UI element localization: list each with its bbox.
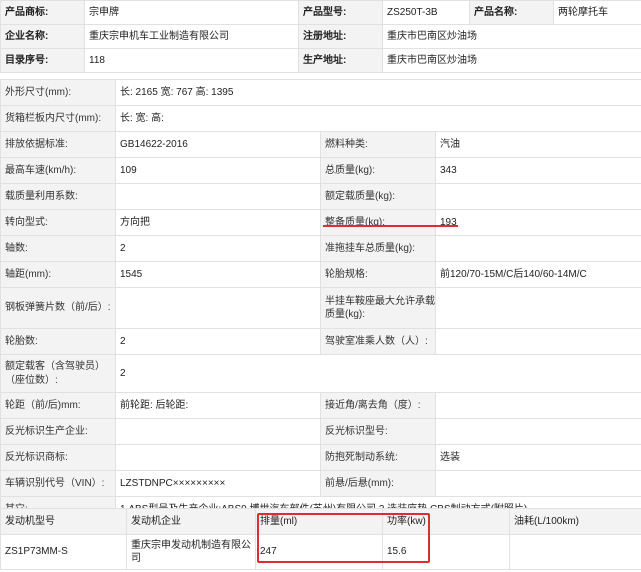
spec-value: 2 xyxy=(115,354,641,393)
engine-header-cell: 发动机型号 xyxy=(0,508,127,535)
spec-label: 车辆识别代号（VIN）: xyxy=(0,470,116,497)
spec-value: 1545 xyxy=(115,261,321,288)
spec-row: 载质量利用系数: 额定载质量(kg): xyxy=(0,183,641,210)
spec-label: 轮胎数: xyxy=(0,328,116,355)
spec-label: 外形尺寸(mm): xyxy=(0,79,116,106)
spec-label: 反光标识生产企业: xyxy=(0,418,116,445)
catalog-number-label: 目录序号: xyxy=(0,48,85,73)
spec-value: 选装 xyxy=(435,444,641,471)
spec-row: 钢板弹簧片数（前/后）: 半挂车鞍座最大允许承载质量(kg): xyxy=(0,287,641,329)
registered-address-label: 注册地址: xyxy=(298,24,383,49)
spec-row: 轴数: 2 准拖挂车总质量(kg): xyxy=(0,235,641,262)
spec-row: 轮距（前/后)mm: 前轮距: 后轮距: 接近角/离去角（度）: xyxy=(0,392,641,419)
spec-label: 最高车速(km/h): xyxy=(0,157,116,184)
company-label: 企业名称: xyxy=(0,24,85,49)
spec-label: 额定载客（含驾驶员）（座位数）: xyxy=(0,354,116,393)
product-info-row: 产品商标: 宗申牌 产品型号: ZS250T-3B 产品名称: 两轮摩托车 xyxy=(0,0,641,25)
spec-value: 193 xyxy=(435,209,641,236)
spec-label: 额定载质量(kg): xyxy=(320,183,436,210)
spec-value xyxy=(435,470,641,497)
spec-row: 外形尺寸(mm): 长: 2165 宽: 767 高: 1395 xyxy=(0,79,641,106)
catalog-number-value: 118 xyxy=(84,48,299,73)
spec-label: 货箱栏板内尺寸(mm): xyxy=(0,105,116,132)
spec-row: 轮胎数: 2 驾驶室准乘人数（人）: xyxy=(0,328,641,355)
spec-value xyxy=(435,235,641,262)
spec-value xyxy=(435,392,641,419)
spec-label: 反光标识型号: xyxy=(320,418,436,445)
engine-company-value: 重庆宗申发动机制造有限公司 xyxy=(126,534,256,570)
spec-label: 防抱死制动系统: xyxy=(320,444,436,471)
spec-value xyxy=(435,418,641,445)
spec-row: 反光标识商标: 防抱死制动系统: 选装 xyxy=(0,444,641,471)
spec-value: 2 xyxy=(115,328,321,355)
company-value: 重庆宗申机车工业制造有限公司 xyxy=(84,24,299,49)
product-name-label: 产品名称: xyxy=(469,0,554,25)
spec-value: 2 xyxy=(115,235,321,262)
spec-label: 燃料种类: xyxy=(320,131,436,158)
spec-label: 轴数: xyxy=(0,235,116,262)
spec-label: 驾驶室准乘人数（人）: xyxy=(320,328,436,355)
spec-value: 方向把 xyxy=(115,209,321,236)
spec-value: 前轮距: 后轮距: xyxy=(115,392,321,419)
spec-label: 轴距(mm): xyxy=(0,261,116,288)
production-address-label: 生产地址: xyxy=(298,48,383,73)
spec-label: 反光标识商标: xyxy=(0,444,116,471)
product-name-value: 两轮摩托车 xyxy=(553,0,641,25)
spec-value: 109 xyxy=(115,157,321,184)
spec-row: 排放依据标准: GB14622-2016 燃料种类: 汽油 xyxy=(0,131,641,158)
product-info-table: 产品商标: 宗申牌 产品型号: ZS250T-3B 产品名称: 两轮摩托车 企业… xyxy=(0,0,641,73)
spec-value xyxy=(435,287,641,329)
spec-label: 整备质量(kg): xyxy=(320,209,436,236)
spec-label: 钢板弹簧片数（前/后）: xyxy=(0,287,116,329)
spec-row: 最高车速(km/h): 109 总质量(kg): 343 xyxy=(0,157,641,184)
engine-header-cell: 发动机企业 xyxy=(126,508,256,535)
spec-value: 前120/70-15M/C后140/60-14M/C xyxy=(435,261,641,288)
model-label: 产品型号: xyxy=(298,0,383,25)
spec-value xyxy=(435,183,641,210)
brand-value: 宗申牌 xyxy=(84,0,299,25)
engine-header-cell: 油耗(L/100km) xyxy=(509,508,641,535)
spec-row: 额定载客（含驾驶员）（座位数）: 2 xyxy=(0,354,641,393)
engine-model-value: ZS1P73MM-S xyxy=(0,534,127,570)
spec-value xyxy=(115,418,321,445)
spec-value xyxy=(435,328,641,355)
spec-label: 轮胎规格: xyxy=(320,261,436,288)
spec-row: 车辆识别代号（VIN）: LZSTDNPC××××××××× 前悬/后悬(mm): xyxy=(0,470,641,497)
spec-label: 半挂车鞍座最大允许承载质量(kg): xyxy=(320,287,436,329)
product-info-row: 企业名称: 重庆宗申机车工业制造有限公司 注册地址: 重庆市巴南区炒油场 xyxy=(0,24,641,49)
displacement-power-highlight-box xyxy=(257,513,430,563)
spec-value: 长: 2165 宽: 767 高: 1395 xyxy=(115,79,641,106)
spec-row: 转向型式: 方向把 整备质量(kg): 193 xyxy=(0,209,641,236)
spec-label: 载质量利用系数: xyxy=(0,183,116,210)
product-info-row: 目录序号: 118 生产地址: 重庆市巴南区炒油场 xyxy=(0,48,641,73)
spec-value xyxy=(115,444,321,471)
spec-value xyxy=(115,287,321,329)
engine-fuel-consumption-value xyxy=(509,534,641,570)
spec-value xyxy=(115,183,321,210)
brand-label: 产品商标: xyxy=(0,0,85,25)
spec-row: 货箱栏板内尺寸(mm): 长: 宽: 高: xyxy=(0,105,641,132)
spec-label: 接近角/离去角（度）: xyxy=(320,392,436,419)
registered-address-value: 重庆市巴南区炒油场 xyxy=(382,24,641,49)
model-value: ZS250T-3B xyxy=(382,0,470,25)
spec-row: 轴距(mm): 1545 轮胎规格: 前120/70-15M/C后140/60-14M… xyxy=(0,261,641,288)
spec-label: 轮距（前/后)mm: xyxy=(0,392,116,419)
spec-value: LZSTDNPC××××××××× xyxy=(115,470,321,497)
spec-value: 长: 宽: 高: xyxy=(115,105,641,132)
spec-label: 转向型式: xyxy=(0,209,116,236)
spec-table: 外形尺寸(mm): 长: 2165 宽: 767 高: 1395 货箱栏板内尺寸(m… xyxy=(0,79,641,523)
spec-value: 343 xyxy=(435,157,641,184)
spec-label: 前悬/后悬(mm): xyxy=(320,470,436,497)
spec-value: GB14622-2016 xyxy=(115,131,321,158)
curb-weight-highlight-underline xyxy=(323,225,458,227)
production-address-value: 重庆市巴南区炒油场 xyxy=(382,48,641,73)
spec-value: 汽油 xyxy=(435,131,641,158)
spec-row: 反光标识生产企业: 反光标识型号: xyxy=(0,418,641,445)
spec-label: 准拖挂车总质量(kg): xyxy=(320,235,436,262)
spec-label: 总质量(kg): xyxy=(320,157,436,184)
spec-label: 排放依据标准: xyxy=(0,131,116,158)
